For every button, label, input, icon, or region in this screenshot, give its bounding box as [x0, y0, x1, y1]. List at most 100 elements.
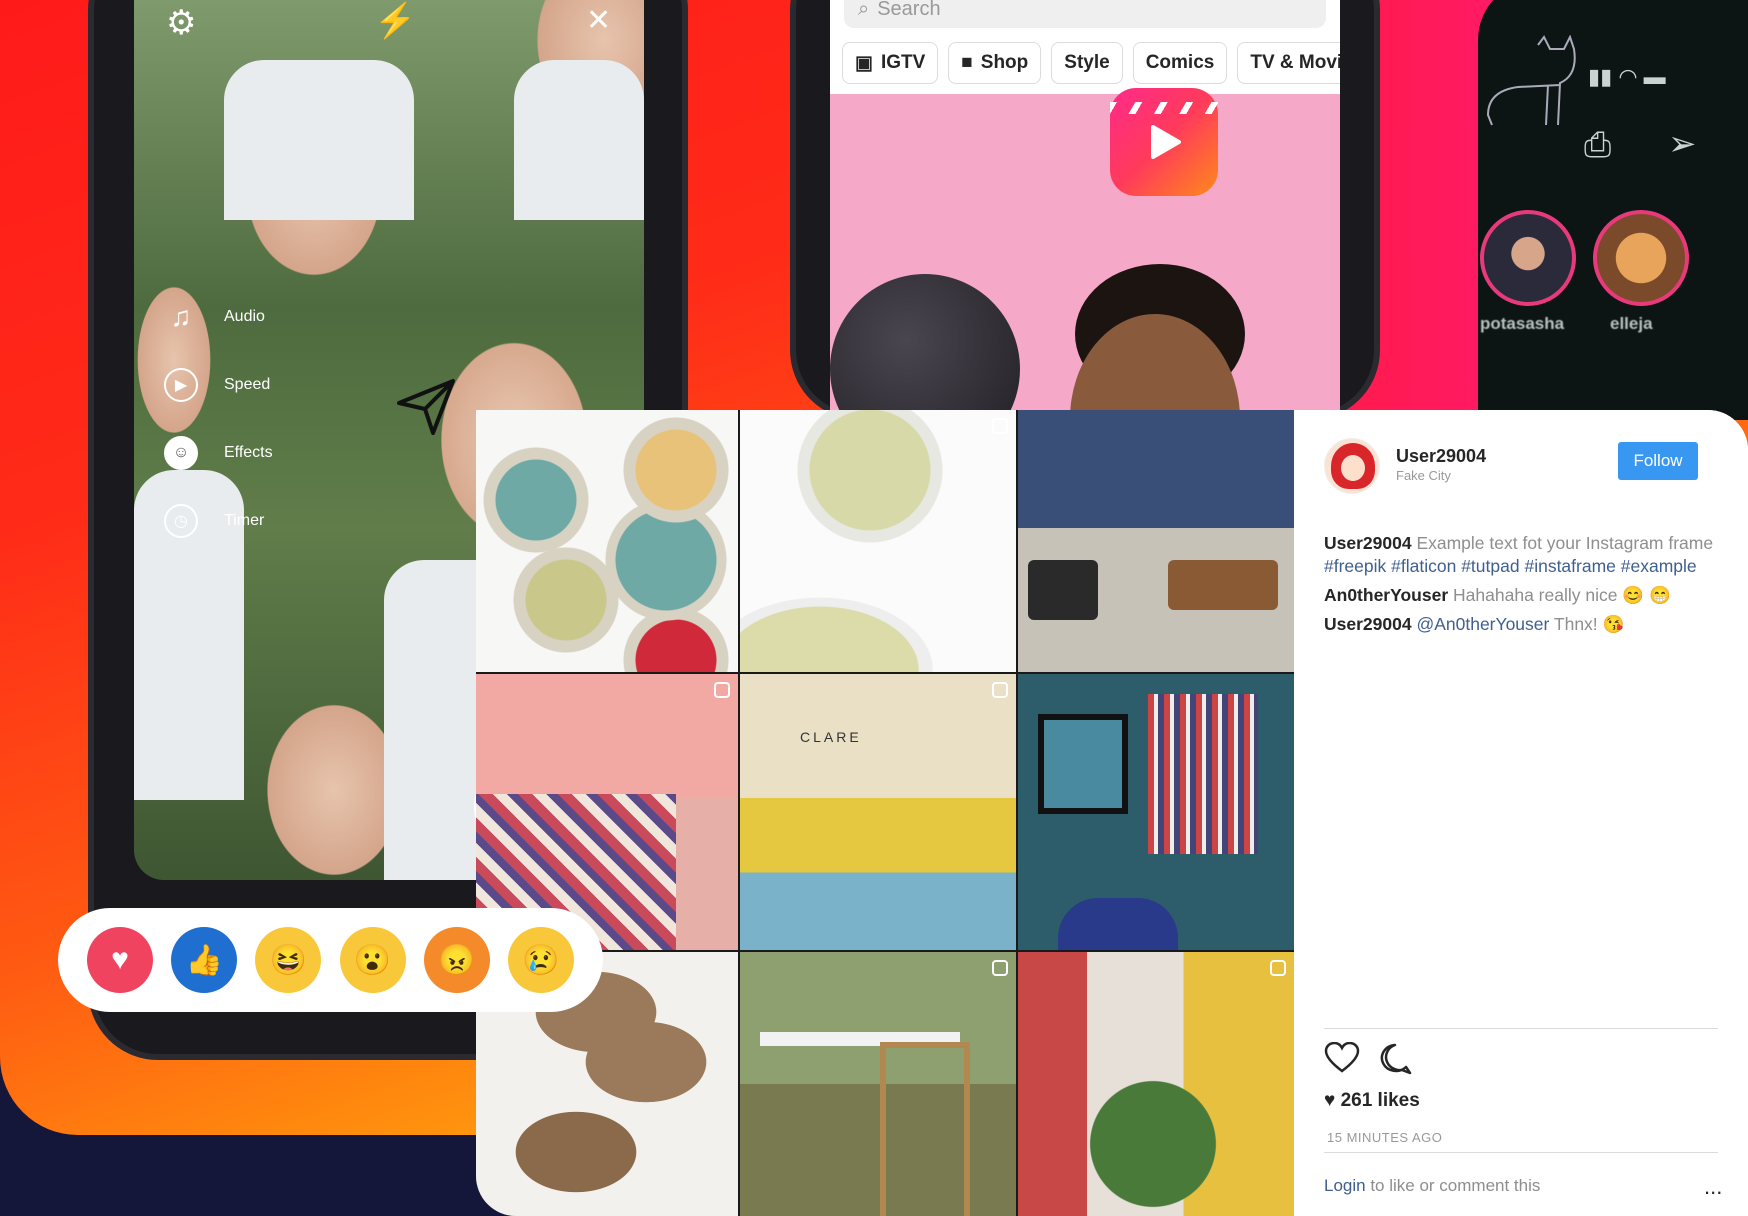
- grid-photo-blue-shelves[interactable]: [1018, 674, 1294, 950]
- comment-username[interactable]: An0therYouser: [1324, 585, 1448, 605]
- send-paper-plane-icon[interactable]: [395, 375, 457, 437]
- reel-indicator-icon: [992, 960, 1008, 976]
- search-placeholder: Search: [877, 0, 941, 20]
- login-link[interactable]: Login: [1324, 1176, 1366, 1195]
- effects-icon: ☺: [164, 436, 198, 470]
- comment: User29004 @An0therYouser Thnx! 😘: [1324, 613, 1724, 636]
- divider: [1324, 1028, 1718, 1029]
- avatar[interactable]: [1324, 438, 1380, 494]
- bucket-label-text: CLARE: [800, 729, 862, 745]
- more-options-icon[interactable]: ...: [1704, 1174, 1722, 1200]
- wow-reaction[interactable]: 😮: [339, 927, 406, 993]
- reel-indicator-icon: [1270, 960, 1286, 976]
- reel-indicator-icon: [992, 418, 1008, 434]
- chip-tv-movie[interactable]: TV & Movie: [1237, 42, 1340, 84]
- shop-bag-icon: ■: [961, 52, 973, 73]
- hashtag[interactable]: #tutpad: [1461, 556, 1519, 576]
- chair-shape: [1028, 560, 1098, 620]
- chip-shop[interactable]: ■ Shop: [948, 42, 1042, 84]
- like-reaction[interactable]: 👍: [171, 927, 238, 993]
- sad-reaction[interactable]: 😢: [507, 927, 574, 993]
- flash-off-icon[interactable]: ⚡: [374, 4, 416, 38]
- hashtag[interactable]: #example: [1621, 556, 1697, 576]
- timer-label: Timer: [224, 512, 265, 529]
- heart-small-icon: ♥: [1324, 1090, 1336, 1111]
- instagram-post-card: CLARE User29004 Fake City Follow User290…: [476, 410, 1748, 1216]
- caption: User29004 Example text fot your Instagra…: [1324, 532, 1724, 578]
- story-avatar-1[interactable]: [1480, 210, 1576, 306]
- caption-text: Example text fot your Instagram frame: [1416, 533, 1714, 553]
- chip-igtv[interactable]: ▣ IGTV: [842, 42, 939, 84]
- post-location[interactable]: Fake City: [1396, 468, 1451, 483]
- close-icon[interactable]: ✕: [586, 6, 611, 36]
- post-timestamp: 15 MINUTES AGO: [1327, 1130, 1443, 1145]
- follow-button[interactable]: Follow: [1618, 442, 1698, 480]
- effects-option[interactable]: ☺ Effects: [164, 436, 273, 470]
- explore-screen: ⌕ Search ▣ IGTV ■ Shop Style Comics TV &…: [830, 0, 1340, 410]
- chip-label: Shop: [980, 52, 1029, 73]
- chip-style[interactable]: Style: [1051, 42, 1123, 84]
- caption-username[interactable]: User29004: [1324, 533, 1412, 553]
- likes-text: 261 likes: [1340, 1090, 1420, 1111]
- effects-label: Effects: [224, 444, 273, 461]
- chip-label: Style: [1064, 52, 1110, 73]
- post-details-panel: User29004 Fake City Follow User29004 Exa…: [1294, 410, 1748, 1216]
- story-avatar-2[interactable]: [1593, 210, 1689, 306]
- avatar-face-shape: [1341, 455, 1365, 481]
- comment-mention[interactable]: @An0therYouser: [1416, 614, 1549, 634]
- grid-photo-paint-brush[interactable]: [740, 410, 1016, 672]
- story-name-1: potasasha: [1480, 314, 1565, 333]
- comment: An0therYouser Hahahaha really nice 😊 😁: [1324, 584, 1724, 607]
- login-prompt: Login to like or comment this: [1324, 1176, 1540, 1196]
- igtv-icon[interactable]: ⎙: [1584, 126, 1611, 165]
- dog-doodle-icon: [1486, 35, 1576, 126]
- shirt-shape: [514, 60, 644, 220]
- hashtag[interactable]: #freepik: [1324, 556, 1386, 576]
- comment-bubble-icon[interactable]: [1378, 1042, 1412, 1076]
- story-name-2: elleja: [1610, 314, 1653, 333]
- reel-indicator-icon: [714, 682, 730, 698]
- comment-username[interactable]: User29004: [1324, 614, 1412, 634]
- bookshelf-shape: [1148, 694, 1258, 854]
- chip-label: TV & Movie: [1250, 52, 1340, 73]
- instagram-reels-logo: [1110, 88, 1218, 196]
- hashtag[interactable]: #flaticon: [1391, 556, 1456, 576]
- phone-stories-frame: ⎙ ➢ ▮▮ ◠ ▬ potasasha elleja: [1478, 0, 1748, 420]
- shirt-shape: [224, 60, 414, 220]
- chip-comics[interactable]: Comics: [1132, 42, 1228, 84]
- plant-shape: [1078, 1072, 1228, 1216]
- grid-photo-paint-buckets[interactable]: CLARE: [740, 674, 1016, 950]
- heart-icon[interactable]: [1324, 1042, 1360, 1074]
- direct-message-icon[interactable]: ➢: [1668, 124, 1697, 164]
- audio-option[interactable]: ♫ Audio: [164, 300, 265, 334]
- login-suffix: to like or comment this: [1365, 1176, 1541, 1195]
- gear-icon[interactable]: ⚙: [166, 6, 196, 40]
- photo-grid: CLARE: [476, 410, 1294, 1216]
- divider: [1324, 1152, 1718, 1153]
- grid-photo-living-room[interactable]: [1018, 410, 1294, 672]
- likes-count[interactable]: ♥ 261 likes: [1324, 1090, 1420, 1112]
- love-reaction[interactable]: ♥: [87, 927, 154, 993]
- comment-emoji: 😊 😁: [1622, 585, 1671, 605]
- timer-icon: ◷: [164, 504, 198, 538]
- timer-option[interactable]: ◷ Timer: [164, 504, 264, 538]
- post-actions: [1324, 1042, 1412, 1076]
- comment-text: Hahahaha really nice: [1453, 585, 1618, 605]
- haha-reaction[interactable]: 😆: [255, 927, 322, 993]
- search-input[interactable]: ⌕ Search: [844, 0, 1326, 28]
- comments-list: User29004 Example text fot your Instagra…: [1324, 532, 1724, 642]
- speed-option[interactable]: ▶ Speed: [164, 368, 270, 402]
- reactions-bar: ♥ 👍 😆 😮 😠 😢: [58, 908, 603, 1012]
- grid-photo-dining-room[interactable]: [740, 952, 1016, 1216]
- play-icon: [1151, 125, 1181, 159]
- speed-icon: ▶: [164, 368, 198, 402]
- hashtag[interactable]: #instaframe: [1524, 556, 1615, 576]
- grid-photo-yellow-room[interactable]: [1018, 952, 1294, 1216]
- grid-photo-paint-cans[interactable]: [476, 410, 738, 672]
- angry-reaction[interactable]: 😠: [423, 927, 490, 993]
- blue-chair-shape: [1058, 898, 1178, 950]
- post-username[interactable]: User29004: [1396, 446, 1486, 467]
- explore-featured-image[interactable]: [830, 94, 1340, 410]
- category-chips: ▣ IGTV ■ Shop Style Comics TV & Movie: [842, 42, 1340, 84]
- status-bar-icons: ▮▮ ◠ ▬: [1588, 64, 1666, 89]
